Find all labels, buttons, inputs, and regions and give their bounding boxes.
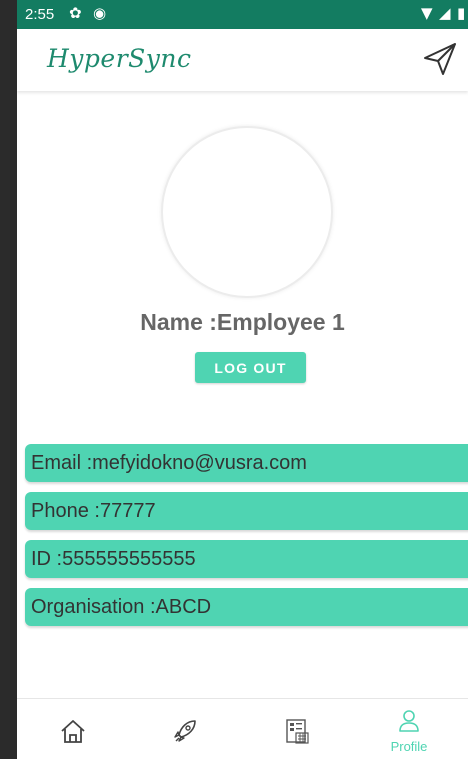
signal-icon: ◢ xyxy=(439,4,451,22)
bottom-navigation: Profile xyxy=(17,698,468,759)
employee-name: Name :Employee 1 xyxy=(140,309,345,335)
wifi-icon: ▼ xyxy=(421,4,433,22)
avatar[interactable] xyxy=(161,126,333,298)
app-bar: HyperSync xyxy=(17,29,468,91)
app-title: HyperSync xyxy=(47,44,192,73)
nav-rocket[interactable] xyxy=(129,699,241,759)
status-time: 2:55 xyxy=(25,6,55,23)
nav-profile[interactable]: Profile xyxy=(353,699,465,759)
settings-gear-icon: ✿ xyxy=(69,4,82,22)
email-row: Email :mefyidokno@vusra.com xyxy=(25,444,468,482)
calendar-grid-icon xyxy=(286,719,309,744)
nav-schedule[interactable] xyxy=(241,699,353,759)
nav-home[interactable] xyxy=(17,699,129,759)
phone-row: Phone :77777 xyxy=(25,492,468,530)
organisation-row: Organisation :ABCD xyxy=(25,588,468,626)
rocket-icon xyxy=(174,720,196,742)
profile-icon xyxy=(399,710,419,732)
send-icon[interactable] xyxy=(421,40,459,78)
nav-profile-label: Profile xyxy=(390,739,428,754)
phone-screen: 2:55 ✿ ◉ ▼ ◢ ▮ HyperSync Name :Employee … xyxy=(17,0,468,759)
device-frame: 2:55 ✿ ◉ ▼ ◢ ▮ HyperSync Name :Employee … xyxy=(0,0,468,759)
sync-icon: ◉ xyxy=(93,4,107,22)
battery-icon: ▮ xyxy=(457,4,466,22)
home-icon xyxy=(61,720,85,743)
id-row: ID :555555555555 xyxy=(25,540,468,578)
status-bar: 2:55 ✿ ◉ ▼ ◢ ▮ xyxy=(17,0,468,29)
logout-button[interactable]: LOG OUT xyxy=(195,352,306,383)
